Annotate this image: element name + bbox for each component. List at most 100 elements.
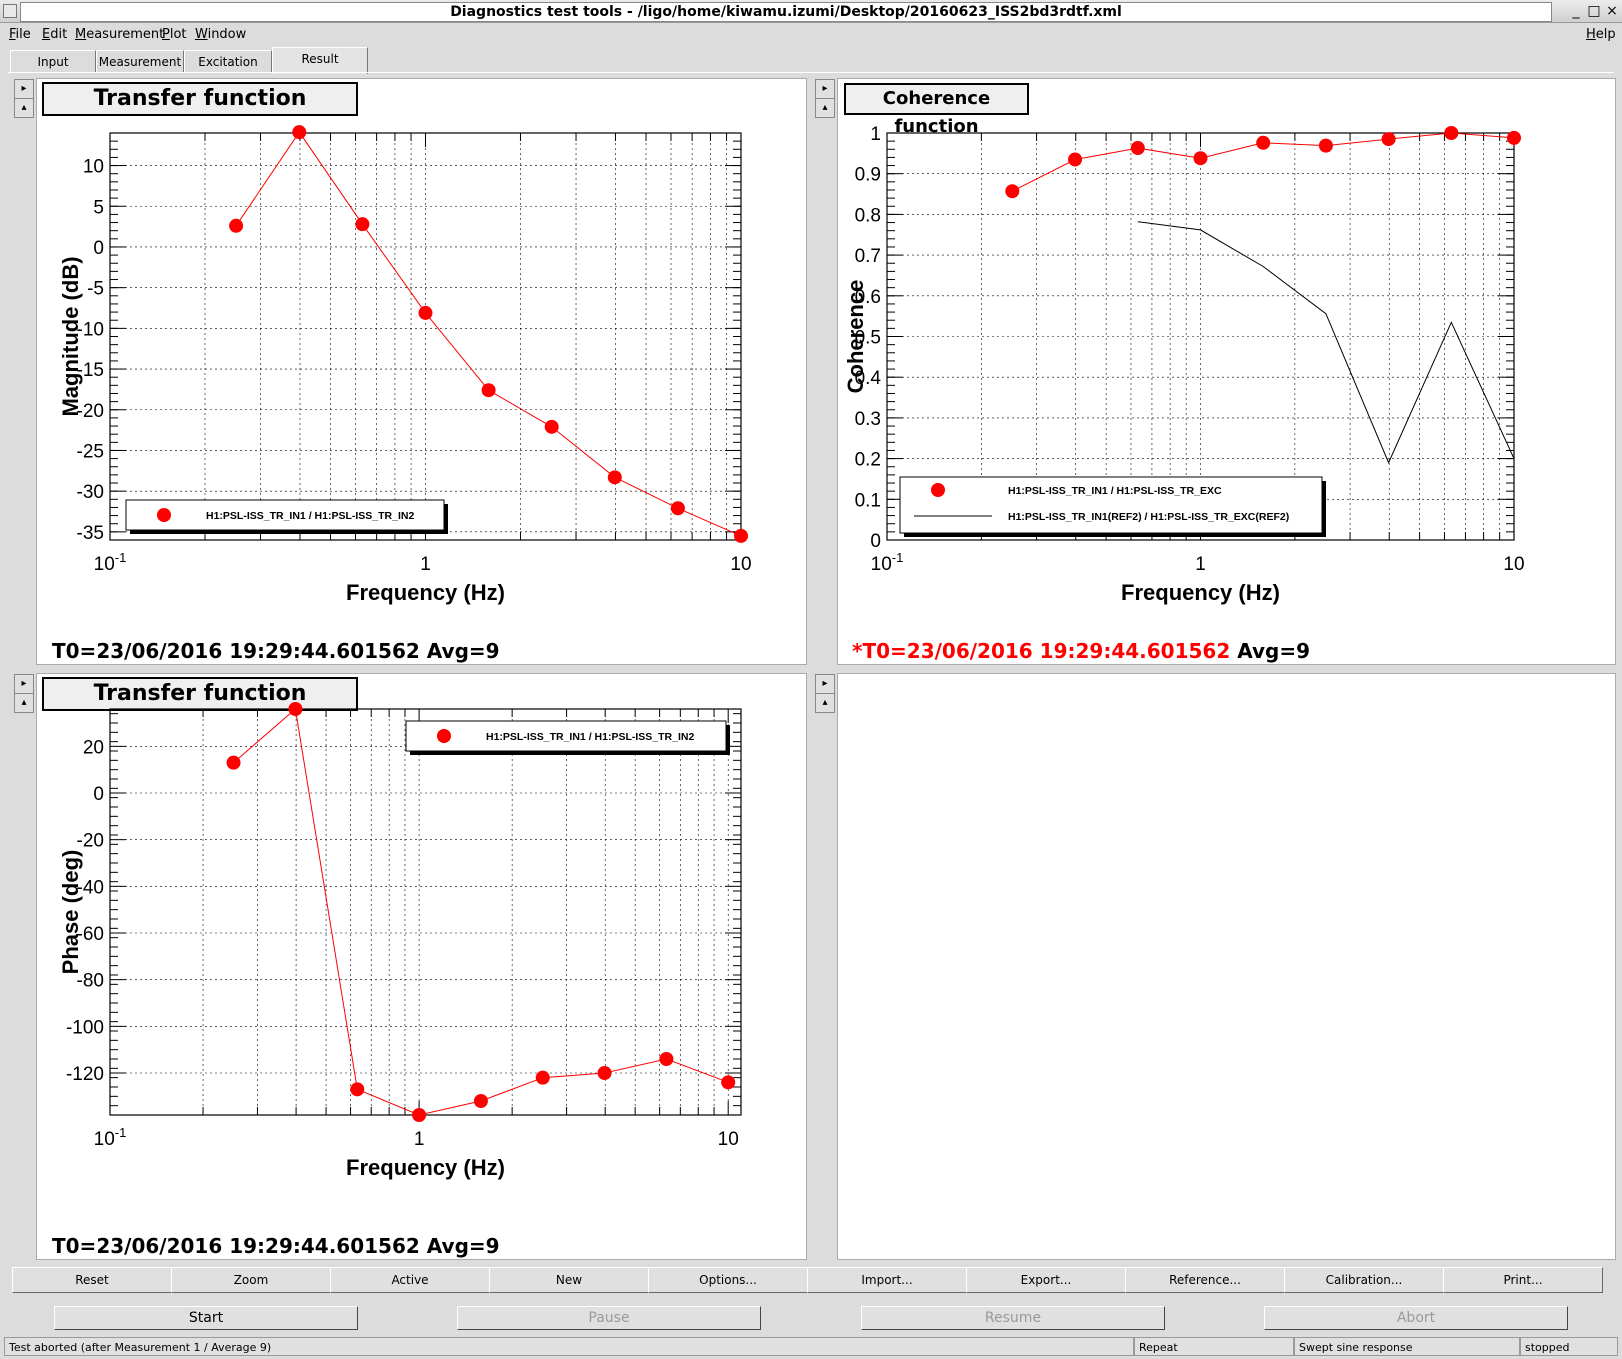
y-axis-title: Phase (deg)	[58, 850, 83, 975]
legend-marker	[437, 729, 451, 743]
options-button[interactable]: Options...	[648, 1267, 808, 1293]
status-state: stopped	[1520, 1337, 1618, 1356]
active-button[interactable]: Active	[330, 1267, 490, 1293]
window-title-bar: Diagnostics test tools - /ligo/home/kiwa…	[0, 0, 1622, 23]
data-point-0	[292, 125, 307, 140]
expand-pad-bottom-right-button[interactable]: ▸	[815, 674, 835, 694]
plot-pad-bottom-right[interactable]	[837, 673, 1616, 1260]
data-point-0	[659, 1052, 674, 1066]
print-button[interactable]: Print...	[1443, 1267, 1603, 1293]
y-tick-label: 0	[93, 784, 104, 805]
x-tick-label: 1	[1195, 554, 1206, 575]
collapse-pad-top-right-button[interactable]: ▴	[815, 98, 835, 118]
resume-button[interactable]: Resume	[861, 1306, 1165, 1330]
data-point-0	[1507, 130, 1521, 145]
data-point-0	[1318, 138, 1333, 153]
export-button[interactable]: Export...	[966, 1267, 1126, 1293]
coherence-chart[interactable]: 10.90.80.70.60.50.40.30.20.1010-1 1 10Freq…	[837, 78, 1614, 663]
x-tick-label: 10	[1503, 554, 1524, 575]
status-mode: Swept sine response	[1294, 1337, 1520, 1356]
y-tick-label: 0.3	[855, 409, 881, 430]
start-button[interactable]: Start	[54, 1306, 358, 1330]
x-tick-label: 1	[420, 554, 431, 575]
data-point-0	[535, 1070, 550, 1085]
x-tick-label: 1	[414, 1129, 425, 1150]
y-tick-label: 0.1	[855, 490, 881, 511]
import-button[interactable]: Import...	[807, 1267, 967, 1293]
phase-chart[interactable]: 200-20-40-60-80-100-12010-1 1 10Frequency …	[36, 673, 805, 1258]
series-line-1	[1137, 221, 1515, 464]
tab-result[interactable]: Result	[272, 47, 368, 74]
x-tick-label: 10	[718, 1129, 739, 1150]
data-point-0	[607, 470, 622, 485]
t0-info-phase: T0=23/06/2016 19:29:44.601562 Avg=9	[52, 1234, 500, 1258]
x-axis-title: Frequency (Hz)	[1121, 580, 1280, 605]
minimize-icon[interactable]: _	[1568, 3, 1584, 19]
tab-input[interactable]: Input	[10, 50, 96, 73]
menu-measurement[interactable]: Measurement	[75, 27, 164, 42]
y-axis-title: Coherence	[843, 280, 868, 394]
data-point-0	[1068, 152, 1083, 167]
menu-bar: File Edit Measurement Plot Window Help	[0, 22, 1622, 46]
window-title: Diagnostics test tools - /ligo/home/kiwa…	[20, 2, 1552, 22]
tab-excitation[interactable]: Excitation	[184, 50, 272, 73]
magnitude-chart[interactable]: 1050-5-10-15-20-25-30-3510-1 1 10Frequency…	[36, 78, 805, 663]
y-tick-label: -5	[87, 279, 104, 300]
expand-pad-top-left-button[interactable]: ▸	[14, 79, 34, 99]
expand-pad-bottom-left-button[interactable]: ▸	[14, 674, 34, 694]
menu-help[interactable]: Help	[1586, 27, 1616, 42]
menu-file[interactable]: File	[9, 27, 31, 42]
y-tick-label: -20	[77, 831, 104, 852]
y-tick-label: 0.8	[855, 205, 881, 226]
data-point-0	[226, 755, 241, 770]
legend-label: H1:PSL-ISS_TR_IN1 / H1:PSL-ISS_TR_EXC	[1008, 485, 1222, 497]
data-point-0	[1381, 132, 1396, 147]
calibration-button[interactable]: Calibration...	[1284, 1267, 1444, 1293]
data-point-0	[597, 1066, 612, 1080]
t0-info-coherence: *T0=23/06/2016 19:29:44.601562 Avg=9	[852, 639, 1310, 663]
maximize-icon[interactable]: □	[1586, 3, 1602, 19]
window-menu-icon[interactable]	[3, 4, 17, 18]
expand-pad-top-right-button[interactable]: ▸	[815, 79, 835, 99]
t0-info-coherence-avg: Avg=9	[1230, 639, 1311, 663]
abort-button[interactable]: Abort	[1264, 1306, 1568, 1330]
plot-frame	[109, 708, 742, 1116]
y-tick-label: -25	[77, 441, 104, 462]
x-tick-label: 10-1	[94, 550, 127, 575]
menu-window[interactable]: Window	[195, 27, 246, 42]
y-tick-label: 0.9	[855, 165, 881, 186]
data-point-0	[412, 1108, 427, 1122]
collapse-pad-bottom-right-button[interactable]: ▴	[815, 693, 835, 713]
series-line-0	[233, 708, 729, 1116]
zoom-button[interactable]: Zoom	[171, 1267, 331, 1293]
new-button[interactable]: New	[489, 1267, 649, 1293]
data-point-0	[1130, 141, 1145, 156]
reference-button[interactable]: Reference...	[1125, 1267, 1285, 1293]
y-axis-title: Magnitude (dB)	[58, 256, 83, 416]
legend-marker	[931, 483, 945, 497]
pause-button[interactable]: Pause	[457, 1306, 761, 1330]
close-icon[interactable]: ×	[1604, 3, 1620, 19]
data-point-0	[734, 528, 748, 543]
y-tick-label: -30	[77, 482, 104, 503]
y-tick-label: 0	[93, 238, 104, 259]
x-tick-label: 10-1	[871, 550, 904, 575]
y-tick-label: 10	[83, 157, 104, 178]
data-point-0	[1005, 184, 1020, 199]
reset-button[interactable]: Reset	[12, 1267, 172, 1293]
menu-edit[interactable]: Edit	[42, 27, 67, 42]
status-message: Test aborted (after Measurement 1 / Aver…	[4, 1337, 1134, 1356]
t0-info-magnitude: T0=23/06/2016 19:29:44.601562 Avg=9	[52, 639, 500, 663]
x-tick-label: 10	[730, 554, 751, 575]
data-point-0	[418, 305, 433, 320]
y-tick-label: -35	[77, 523, 104, 544]
y-tick-label: -100	[66, 1017, 104, 1038]
collapse-pad-top-left-button[interactable]: ▴	[14, 98, 34, 118]
x-tick-label: 10-1	[94, 1125, 127, 1150]
data-point-0	[1444, 126, 1459, 140]
y-tick-label: 0.7	[855, 246, 881, 267]
collapse-pad-bottom-left-button[interactable]: ▴	[14, 693, 34, 713]
menu-plot[interactable]: Plot	[162, 27, 187, 42]
x-axis-title: Frequency (Hz)	[346, 580, 505, 605]
tab-measurement[interactable]: Measurement	[96, 50, 184, 73]
